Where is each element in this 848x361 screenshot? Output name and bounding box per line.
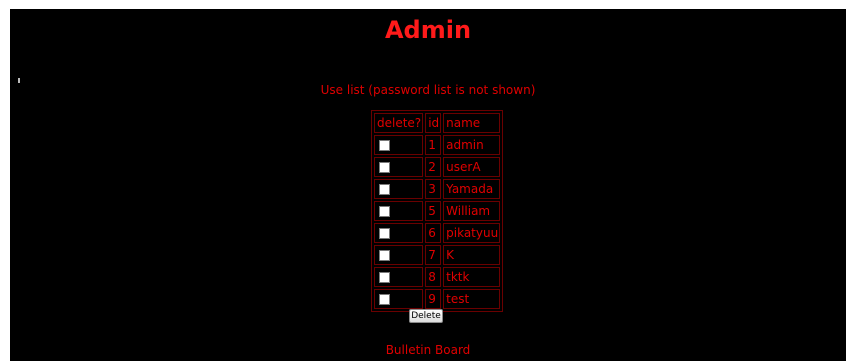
user-id-cell: 9 <box>425 289 442 309</box>
user-name-cell: Yamada <box>443 179 501 199</box>
user-name-cell: William <box>443 201 501 221</box>
delete-checkbox[interactable] <box>379 250 390 261</box>
user-name-cell: admin <box>443 135 501 155</box>
delete-cell <box>374 179 424 199</box>
user-rows: 1 admin 2 userA 3 Yamada 5 William 6 pikatyuu 7 K 8 t… <box>374 135 501 309</box>
user-id-cell: 8 <box>425 267 442 287</box>
delete-checkbox[interactable] <box>379 162 390 173</box>
table-row: 8 tktk <box>374 267 501 287</box>
table-row: 6 pikatyuu <box>374 223 501 243</box>
delete-cell <box>374 135 424 155</box>
column-header-delete: delete? <box>374 113 424 133</box>
delete-checkbox[interactable] <box>379 272 390 283</box>
table-row: 3 Yamada <box>374 179 501 199</box>
delete-cell <box>374 201 424 221</box>
table-row: 5 William <box>374 201 501 221</box>
user-id-cell: 1 <box>425 135 442 155</box>
user-name-cell: userA <box>443 157 501 177</box>
delete-checkbox[interactable] <box>379 184 390 195</box>
page-title: Admin <box>384 16 472 44</box>
delete-cell <box>374 157 424 177</box>
user-id-cell: 5 <box>425 201 442 221</box>
delete-cell <box>374 223 424 243</box>
column-header-id: id <box>425 113 442 133</box>
user-table: delete? id name 1 admin 2 userA 3 Yamada 5 Will… <box>371 110 504 312</box>
column-header-name: name <box>443 113 501 133</box>
table-row: 9 test <box>374 289 501 309</box>
user-name-cell: test <box>443 289 501 309</box>
user-id-cell: 2 <box>425 157 442 177</box>
admin-page: Admin Use list (password list is not sho… <box>10 9 846 361</box>
user-id-cell: 7 <box>425 245 442 265</box>
user-name-cell: pikatyuu <box>443 223 501 243</box>
delete-checkbox[interactable] <box>379 228 390 239</box>
user-list-caption: Use list (password list is not shown) <box>320 83 536 97</box>
user-id-cell: 6 <box>425 223 442 243</box>
table-row: 7K <box>374 245 501 265</box>
delete-checkbox[interactable] <box>379 206 390 217</box>
user-id-cell: 3 <box>425 179 442 199</box>
delete-checkbox[interactable] <box>379 140 390 151</box>
delete-cell <box>374 289 424 309</box>
user-name-cell: tktk <box>443 267 501 287</box>
user-name-cell: K <box>443 245 501 265</box>
delete-button[interactable]: Delete <box>409 309 443 323</box>
table-row: 1 admin <box>374 135 501 155</box>
delete-cell <box>374 267 424 287</box>
delete-checkbox[interactable] <box>379 294 390 305</box>
table-row: 2 userA <box>374 157 501 177</box>
delete-cell <box>374 245 424 265</box>
bulletin-board-link[interactable]: Bulletin Board <box>10 343 846 357</box>
table-header-row: delete? id name <box>374 113 501 133</box>
